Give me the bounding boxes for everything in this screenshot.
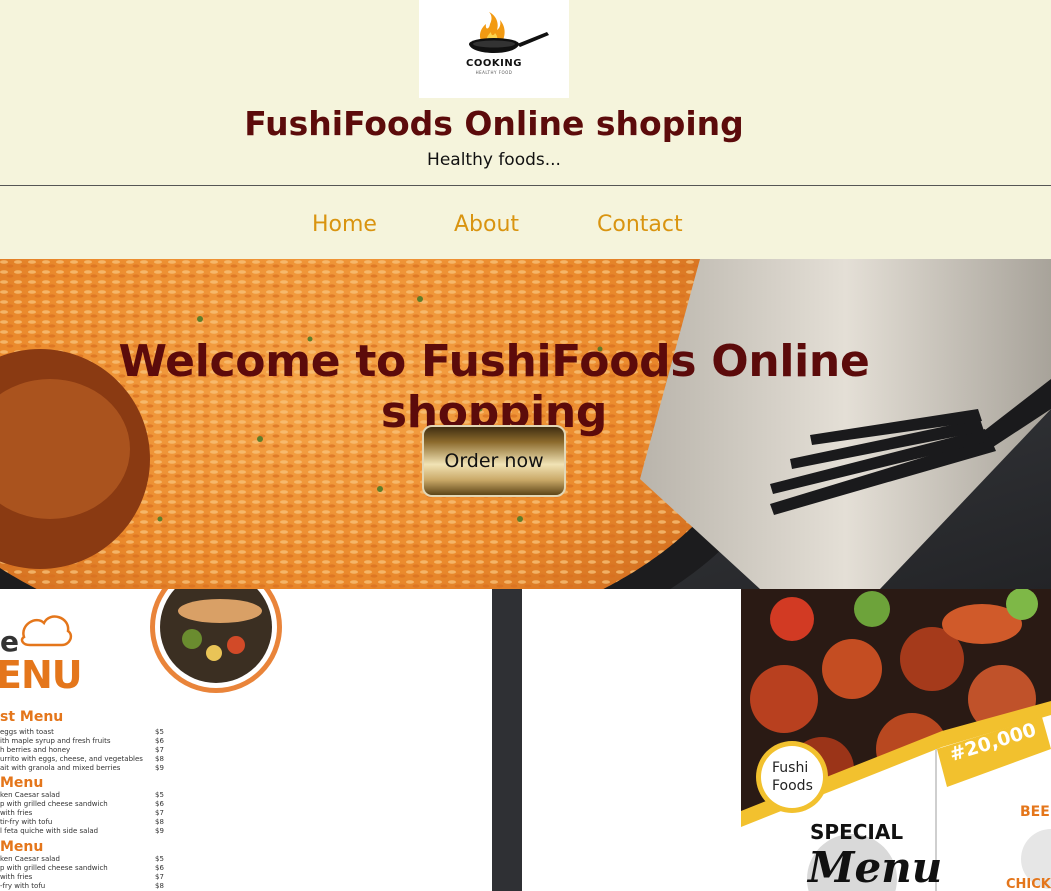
menu-script-label: Menu <box>808 843 943 891</box>
menu-card-left[interactable]: e ENU st Menu eggs with toast $5 ith map… <box>0 589 492 891</box>
site-logo[interactable]: COOKING HEALTHY FOOD <box>419 0 569 98</box>
menu-item: ait with granola and mixed berries <box>0 764 121 772</box>
menu-item: l feta quiche with side salad <box>0 827 99 835</box>
menu-item: ken Caesar salad <box>0 791 60 799</box>
menu-left-heading: ENU <box>0 653 83 697</box>
nav-contact-link[interactable]: Contact <box>597 212 683 237</box>
site-tagline: Healthy foods... <box>427 150 561 170</box>
menu-price: $5 <box>155 728 164 736</box>
menu-item: ken Caesar salad <box>0 855 60 863</box>
menu-price: $7 <box>155 746 164 754</box>
menu-item: with fries <box>0 809 33 817</box>
menu-price: $8 <box>155 755 164 763</box>
header-divider <box>0 185 1051 186</box>
menu-price: $6 <box>155 800 164 808</box>
menu-section-title: Menu <box>0 839 44 855</box>
menu-price: $9 <box>155 764 164 772</box>
menu-item: p with grilled cheese sandwich <box>0 864 108 872</box>
menu-price: $6 <box>155 864 164 872</box>
site-title: FushiFoods Online shoping <box>244 104 744 143</box>
special-label: SPECIAL <box>810 820 904 844</box>
menu-section-title: Menu <box>0 775 44 791</box>
menu-item: ith maple syrup and fresh fruits <box>0 737 111 745</box>
menu-price: $9 <box>155 827 164 835</box>
menu-item: -fry with tofu <box>0 882 46 890</box>
site-header: COOKING HEALTHY FOOD FushiFoods Online s… <box>0 0 1051 258</box>
nav-home-link[interactable]: Home <box>312 212 377 237</box>
menu-section-title: st Menu <box>0 709 64 725</box>
menu-item: with fries <box>0 873 33 881</box>
brand-line-1: Fushi <box>772 760 809 776</box>
side-label-beef: BEE <box>1020 804 1050 820</box>
menu-price: $8 <box>155 882 164 890</box>
menu-price: $5 <box>155 855 164 863</box>
hero-title: Welcome to FushiFoods Online shopping <box>118 336 870 438</box>
menu-item: p with grilled cheese sandwich <box>0 800 108 808</box>
menu-item: urrito with eggs, cheese, and vegetables <box>0 755 143 763</box>
menu-price: $5 <box>155 791 164 799</box>
menu-price: $6 <box>155 737 164 745</box>
menu-item: tir-fry with tofu <box>0 818 53 826</box>
brand-line-2: Foods <box>772 778 813 794</box>
menu-item: eggs with toast <box>0 728 54 736</box>
menu-gallery: e ENU st Menu eggs with toast $5 ith map… <box>0 589 1051 891</box>
menu-price: $7 <box>155 873 164 881</box>
order-now-button[interactable]: Order now <box>422 425 566 497</box>
nav-about-link[interactable]: About <box>454 212 519 237</box>
menu-card-right[interactable]: Fushi Foods SPECIAL Menu #20,000 BEE CHI… <box>522 589 1051 891</box>
logo-text: COOKING <box>466 58 522 69</box>
logo-subtext: HEALTHY FOOD <box>475 70 513 75</box>
menu-price: $7 <box>155 809 164 817</box>
menu-price: $8 <box>155 818 164 826</box>
menu-item: h berries and honey <box>0 746 71 754</box>
frying-pan-flame-icon <box>469 12 549 53</box>
side-label-chicken: CHICK <box>1006 877 1051 891</box>
